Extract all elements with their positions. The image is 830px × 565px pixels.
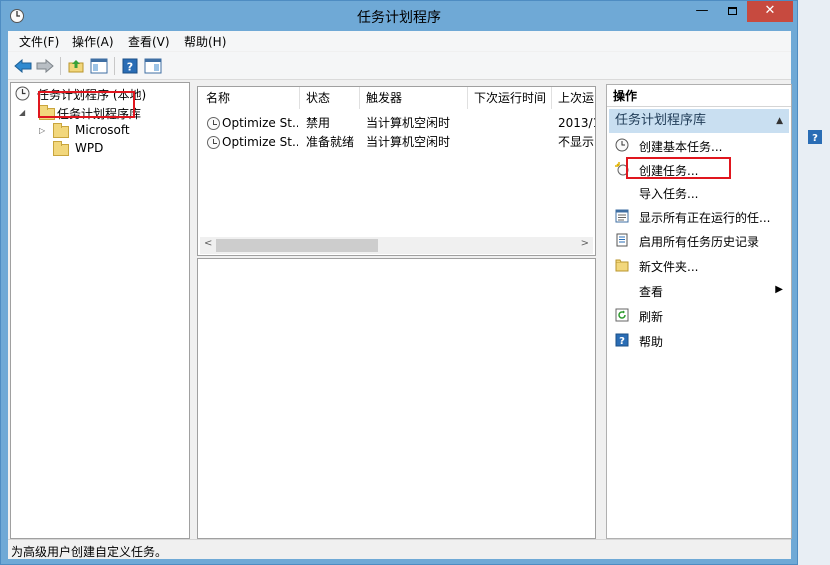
history-icon xyxy=(616,233,628,247)
column-header-name[interactable]: 名称 xyxy=(200,87,300,109)
show-hide-action-pane-button[interactable] xyxy=(142,56,164,76)
menu-action[interactable]: 操作(A) xyxy=(72,33,114,50)
task-last-run: 2013/1 xyxy=(558,116,595,130)
submenu-arrow-icon: ▶ xyxy=(775,284,783,295)
action-new-folder[interactable]: 新文件夹... xyxy=(609,255,789,277)
up-folder-button[interactable] xyxy=(65,56,87,76)
task-clock-icon xyxy=(207,136,220,149)
scroll-left-icon[interactable]: < xyxy=(204,238,212,249)
menu-bar: 文件(F) 操作(A) 查看(V) 帮助(H) xyxy=(8,31,791,51)
create-basic-task-icon xyxy=(615,138,629,152)
toolbar: ? xyxy=(8,52,791,80)
help-toolbar-button[interactable]: ? xyxy=(119,56,141,76)
toolbar-separator xyxy=(114,57,115,75)
expand-icon[interactable]: ▷ xyxy=(39,126,45,135)
horizontal-scrollbar[interactable]: < > xyxy=(200,237,593,254)
action-import-task[interactable]: 导入任务... xyxy=(609,182,789,204)
action-enable-history[interactable]: 启用所有任务历史记录 xyxy=(609,230,789,252)
console-tree-icon xyxy=(90,58,108,74)
task-trigger: 当计算机空闲时 xyxy=(366,116,451,130)
action-label: 查看 xyxy=(639,285,664,299)
task-list: 名称 状态 触发器 下次运行时间 上次运 Optimize St... 禁用 当… xyxy=(197,86,596,256)
toolbar-separator xyxy=(60,57,61,75)
help-icon: ? xyxy=(122,58,138,74)
status-bar: 为高级用户创建自定义任务。 xyxy=(8,539,791,559)
highlight-box-create-task xyxy=(626,157,731,179)
app-window: 任务计划程序 — ✕ 文件(F) 操作(A) 查看(V) 帮助(H) ? 任务计… xyxy=(0,0,798,565)
up-folder-icon xyxy=(68,60,84,73)
back-button[interactable] xyxy=(12,56,34,76)
close-button[interactable]: ✕ xyxy=(747,1,793,22)
folder-icon xyxy=(53,123,69,138)
action-label: 新文件夹... xyxy=(639,260,699,274)
status-text: 为高级用户创建自定义任务。 xyxy=(11,545,168,559)
title-bar[interactable]: 任务计划程序 — ✕ xyxy=(1,1,797,31)
task-status: 禁用 xyxy=(306,116,331,130)
actions-section-header[interactable]: 任务计划程序库 ▲ xyxy=(609,109,789,133)
task-next-run xyxy=(474,114,550,132)
minimize-button[interactable]: — xyxy=(687,1,717,22)
action-create-basic-task[interactable]: 创建基本任务... xyxy=(609,135,789,157)
folder-icon xyxy=(53,141,69,156)
action-label: 创建基本任务... xyxy=(639,140,723,154)
svg-text:?: ? xyxy=(619,336,625,347)
action-pane-icon xyxy=(144,58,162,74)
action-display-running[interactable]: 显示所有正在运行的任... xyxy=(609,206,789,228)
menu-view[interactable]: 查看(V) xyxy=(128,33,170,50)
tree-microsoft-label: Microsoft xyxy=(75,123,130,137)
show-hide-tree-button[interactable] xyxy=(88,56,110,76)
background-window-edge: ? xyxy=(798,0,830,565)
back-arrow-icon xyxy=(14,59,32,73)
window-title: 任务计划程序 xyxy=(357,10,441,26)
task-name: Optimize St... xyxy=(222,116,298,130)
action-label: 显示所有正在运行的任... xyxy=(639,211,771,225)
task-name: Optimize St... xyxy=(222,135,298,149)
task-trigger: 当计算机空闲时 xyxy=(366,135,451,149)
console-tree: 任务计划程序 (本地) ◢ 任务计划程序库 ▷ Microsoft WPD xyxy=(10,82,190,539)
scroll-right-icon[interactable]: > xyxy=(581,238,589,249)
new-folder-icon xyxy=(615,259,629,272)
task-next-run xyxy=(474,133,550,151)
client-area: 文件(F) 操作(A) 查看(V) 帮助(H) ? 任务计划程序 (本地) ◢ … xyxy=(8,31,792,559)
tree-wpd-label: WPD xyxy=(75,141,104,155)
action-label: 帮助 xyxy=(639,335,664,349)
maximize-icon xyxy=(727,7,737,15)
help-icon: ? xyxy=(808,130,822,144)
actions-pane-title: 操作 xyxy=(607,85,791,107)
column-header-next-run[interactable]: 下次运行时间 xyxy=(468,87,552,109)
help-icon: ? xyxy=(615,333,629,347)
maximize-button[interactable] xyxy=(717,1,747,22)
svg-text:?: ? xyxy=(127,61,133,74)
menu-help[interactable]: 帮助(H) xyxy=(184,33,226,50)
highlight-box-library xyxy=(38,91,135,118)
task-status: 准备就绪 xyxy=(306,135,355,149)
actions-pane: 操作 任务计划程序库 ▲ 创建基本任务... 创建任务... 导入任务... 显… xyxy=(606,84,792,539)
action-label: 导入任务... xyxy=(639,187,699,201)
clock-icon xyxy=(15,86,30,101)
menu-file[interactable]: 文件(F) xyxy=(19,33,59,50)
column-header-last-run[interactable]: 上次运 xyxy=(552,87,595,109)
svg-text:?: ? xyxy=(812,133,818,144)
collapse-icon[interactable]: ◢ xyxy=(19,108,25,117)
task-details-pane xyxy=(197,258,596,539)
actions-section-label: 任务计划程序库 xyxy=(615,113,707,128)
collapse-up-icon[interactable]: ▲ xyxy=(776,109,783,133)
action-view[interactable]: 查看 ▶ xyxy=(609,280,789,302)
action-help[interactable]: ? 帮助 xyxy=(609,330,789,352)
forward-arrow-icon xyxy=(36,59,54,73)
scroll-thumb[interactable] xyxy=(216,239,378,252)
column-header-trigger[interactable]: 触发器 xyxy=(360,87,468,109)
action-refresh[interactable]: 刷新 xyxy=(609,305,789,327)
action-label: 启用所有任务历史记录 xyxy=(639,235,760,249)
task-last-run: 不显示 xyxy=(558,135,595,149)
tree-item-microsoft[interactable]: ▷ Microsoft xyxy=(13,122,187,140)
running-tasks-icon xyxy=(615,209,629,223)
column-header-status[interactable]: 状态 xyxy=(300,87,360,109)
action-label: 刷新 xyxy=(639,310,664,324)
tree-item-wpd[interactable]: WPD xyxy=(13,140,187,158)
task-clock-icon xyxy=(207,117,220,130)
refresh-icon xyxy=(615,308,629,322)
forward-button[interactable] xyxy=(34,56,56,76)
